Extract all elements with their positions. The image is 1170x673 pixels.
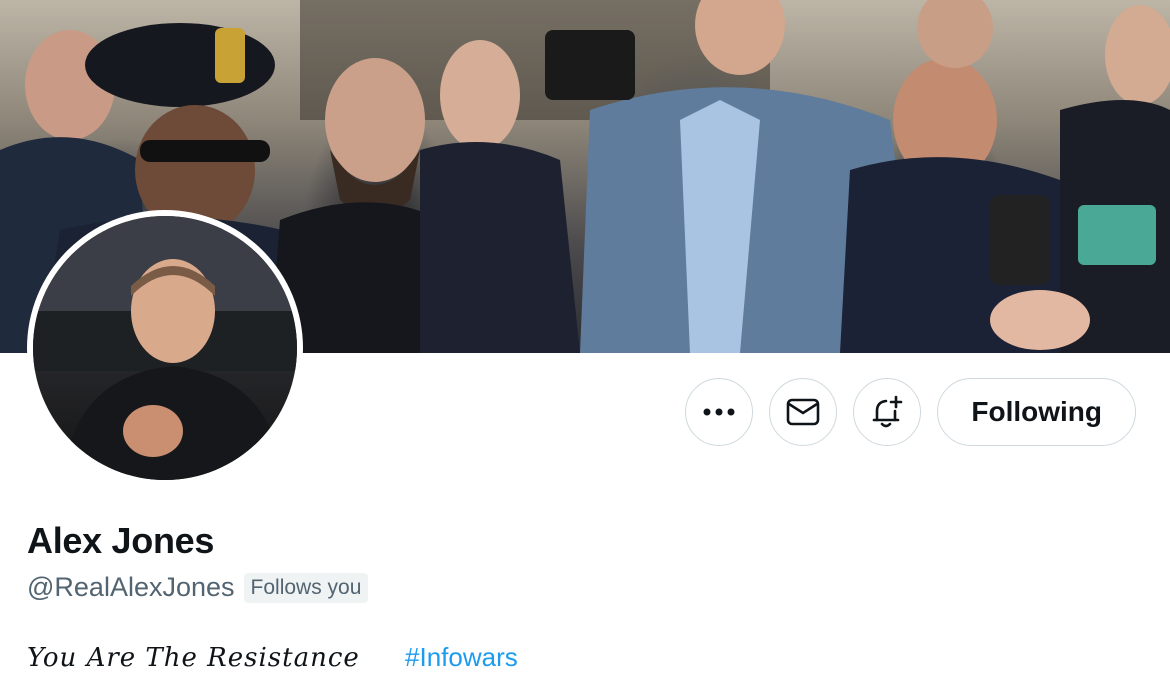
profile-actions: Following xyxy=(685,378,1136,446)
profile-handle: @RealAlexJones xyxy=(27,572,235,602)
handle-row: @RealAlexJones Follows you xyxy=(27,572,369,603)
avatar-photo xyxy=(33,216,297,480)
bio-text: You Are The Resistance xyxy=(27,643,360,673)
more-horizontal-icon xyxy=(703,408,735,416)
profile-avatar[interactable] xyxy=(27,210,303,486)
envelope-icon xyxy=(787,398,820,426)
bio-hashtag-link[interactable]: #Infowars xyxy=(405,642,518,672)
profile-name: Alex Jones xyxy=(27,520,215,561)
bell-plus-icon xyxy=(873,395,903,428)
follows-you-badge: Follows you xyxy=(243,572,369,603)
more-button[interactable] xyxy=(685,378,754,446)
notify-button[interactable] xyxy=(853,378,922,446)
message-button[interactable] xyxy=(769,378,838,446)
following-button[interactable]: Following xyxy=(937,378,1136,446)
profile-bio: You Are The Resistance #Infowars xyxy=(27,642,518,673)
